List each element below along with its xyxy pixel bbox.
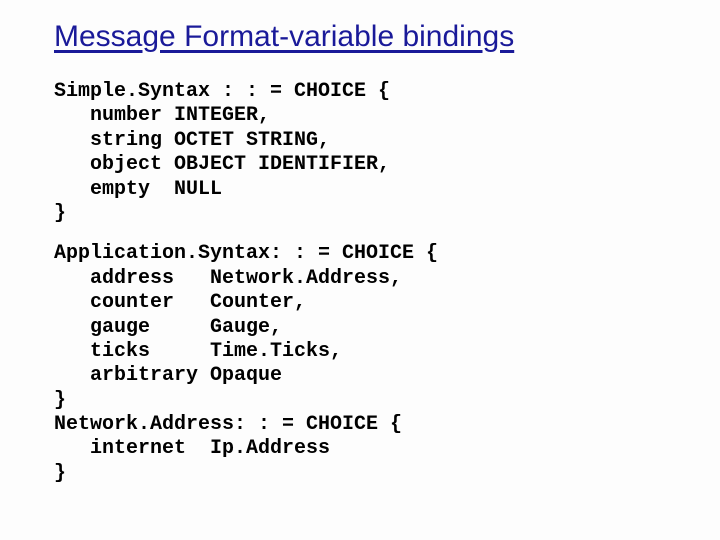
code-block-simple-syntax: Simple.Syntax : : = CHOICE { number INTE…: [54, 80, 666, 226]
code-block-application-syntax: Application.Syntax: : = CHOICE { address…: [54, 242, 666, 486]
slide-container: Message Format-variable bindings Simple.…: [0, 0, 720, 522]
slide-title: Message Format-variable bindings: [54, 20, 666, 54]
